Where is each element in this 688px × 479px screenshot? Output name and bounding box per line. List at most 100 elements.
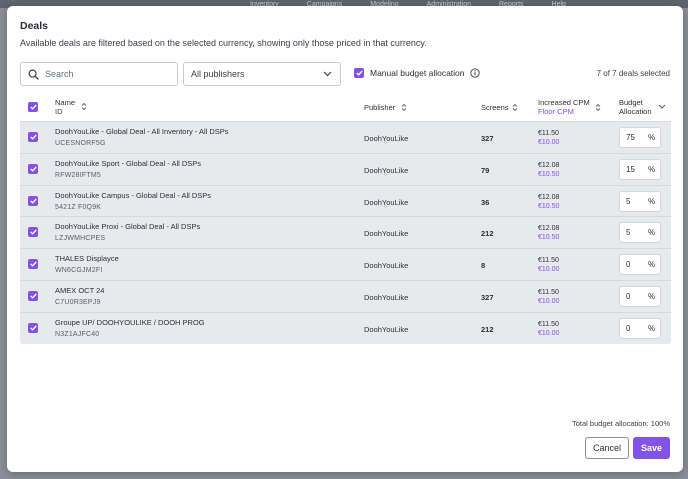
budget-allocation-input[interactable] [620, 292, 646, 301]
column-header-name-label: Name [55, 98, 76, 107]
cancel-button[interactable]: Cancel [585, 437, 629, 459]
check-icon [355, 70, 363, 76]
table-row[interactable]: THALES Displayce WN6CGJM2FI DoohYouLike … [20, 248, 671, 280]
budget-allocation-input[interactable] [620, 196, 646, 206]
table-row[interactable]: Groupe UP/ DOOHYOULIKE / DOOH PROG N3Z1A… [20, 311, 671, 344]
deal-name: DoohYouLike Sport - Global Deal - All DS… [55, 158, 202, 168]
deal-id: RFW28IFTM5 [55, 171, 101, 179]
table-row[interactable]: AMEX OCT 24 C7U0R3EPJ9 DoohYouLike 327 €… [20, 280, 671, 312]
row-checkbox[interactable] [28, 227, 38, 238]
total-budget-allocation: Total budget allocation: 100% [572, 419, 670, 428]
column-header-screens[interactable]: Screens [481, 103, 509, 112]
deal-screens: 212 [481, 229, 494, 239]
deal-publisher: DoohYouLike [364, 197, 409, 207]
column-header-budget[interactable]: Budget Allocation [619, 98, 652, 116]
table-header: Name ID Publisher Screens Increased CPM … [20, 93, 671, 121]
deal-name: AMEX OCT 24 [55, 286, 105, 295]
deals-table: Name ID Publisher Screens Increased CPM … [20, 93, 671, 344]
deal-publisher: DoohYouLike [364, 134, 409, 143]
publisher-select-value: All publishers [191, 69, 245, 79]
table-row[interactable]: DoohYouLike - Global Deal - All Inventor… [20, 121, 671, 153]
deal-cpm: €12.08 €10.50 [538, 161, 559, 179]
budget-allocation-input[interactable] [620, 323, 646, 333]
table-row[interactable]: DoohYouLike Proxi - Global Deal - All DS… [20, 216, 671, 248]
manual-budget-toggle[interactable]: Manual budget allocation [354, 68, 480, 78]
deal-id: 5421Z F0Q9K [55, 203, 102, 211]
manual-budget-checkbox[interactable] [354, 68, 364, 78]
table-row[interactable]: DoohYouLike Campus - Global Deal - All D… [20, 184, 671, 217]
percent-suffix: % [648, 196, 656, 206]
budget-allocation-input[interactable] [620, 164, 646, 174]
manual-budget-label: Manual budget allocation [370, 68, 465, 78]
deal-publisher: DoohYouLike [364, 261, 409, 271]
chevron-down-icon[interactable] [658, 104, 666, 110]
row-checkbox[interactable] [28, 132, 38, 142]
deal-name: DoohYouLike Campus - Global Deal - All D… [55, 190, 212, 200]
floor-cpm-value: €10.50 [538, 202, 560, 210]
row-checkbox[interactable] [28, 322, 38, 333]
sort-icon[interactable] [512, 103, 518, 112]
column-header-cpm-label: Increased CPM [538, 98, 590, 107]
deal-name: THALES Displayce [55, 254, 119, 264]
increased-cpm-value: €11.50 [538, 320, 559, 328]
sort-icon[interactable] [81, 102, 87, 111]
deal-screens: 212 [481, 324, 494, 334]
budget-allocation-field[interactable]: % [619, 127, 661, 148]
floor-cpm-value: €10.00 [538, 298, 560, 305]
check-icon [29, 293, 37, 299]
deal-name: DoohYouLike - Global Deal - All Inventor… [55, 127, 229, 136]
row-checkbox[interactable] [28, 259, 38, 270]
deal-screens: 327 [481, 134, 494, 143]
check-icon [29, 198, 37, 204]
row-checkbox[interactable] [28, 291, 38, 301]
check-icon [29, 104, 37, 110]
sort-icon[interactable] [401, 103, 407, 112]
deal-publisher: DoohYouLike [364, 165, 409, 175]
budget-allocation-field[interactable]: % [619, 286, 661, 307]
budget-allocation-field[interactable]: % [619, 254, 661, 276]
column-header-publisher[interactable]: Publisher [364, 103, 395, 112]
increased-cpm-value: €12.08 [538, 225, 560, 233]
sort-icon[interactable] [595, 103, 601, 112]
floor-cpm-value: €10.00 [538, 329, 560, 337]
column-header-cpm[interactable]: Increased CPM Floor CPM [538, 98, 590, 116]
deal-screens: 36 [481, 197, 490, 207]
deal-id: LZJWMHCPES [55, 235, 106, 243]
percent-suffix: % [648, 292, 656, 301]
row-checkbox[interactable] [28, 195, 38, 206]
check-icon [29, 166, 37, 172]
budget-allocation-input[interactable] [620, 260, 646, 270]
select-all-checkbox[interactable] [28, 102, 38, 112]
save-button[interactable]: Save [633, 437, 670, 459]
column-header-id-label: ID [55, 107, 63, 116]
budget-allocation-field[interactable]: % [619, 190, 661, 212]
budget-allocation-field[interactable]: % [619, 158, 661, 180]
budget-allocation-field[interactable]: % [619, 317, 661, 339]
column-header-floor-label: Floor CPM [538, 107, 574, 116]
increased-cpm-value: €12.08 [538, 161, 560, 169]
percent-suffix: % [648, 164, 656, 174]
search-box[interactable] [20, 62, 178, 86]
column-header-budget-line1: Budget [619, 98, 643, 107]
column-header-name[interactable]: Name ID [55, 98, 75, 116]
dialog-title: Deals [20, 20, 49, 32]
budget-allocation-input[interactable] [620, 133, 646, 142]
deal-cpm: €12.08 €10.50 [538, 193, 559, 211]
floor-cpm-value: €10.00 [538, 139, 560, 146]
budget-allocation-input[interactable] [620, 228, 646, 238]
deal-screens: 79 [481, 165, 490, 175]
deal-cpm: €11.50 €10.00 [538, 320, 559, 338]
deal-id: C7U0R3EPJ9 [55, 299, 101, 306]
publisher-select[interactable]: All publishers [183, 62, 341, 86]
search-input[interactable] [45, 69, 165, 79]
deal-id: WN6CGJM2FI [55, 267, 103, 275]
dialog-subtitle: Available deals are filtered based on th… [20, 38, 427, 48]
row-checkbox[interactable] [28, 163, 38, 174]
info-icon[interactable] [469, 68, 480, 78]
budget-allocation-field[interactable]: % [619, 222, 661, 244]
increased-cpm-value: €11.50 [538, 257, 559, 265]
deal-cpm: €11.50 €10.00 [538, 129, 559, 147]
table-row[interactable]: DoohYouLike Sport - Global Deal - All DS… [20, 152, 671, 185]
deal-screens: 8 [481, 261, 486, 271]
floor-cpm-value: €10.50 [538, 170, 560, 178]
